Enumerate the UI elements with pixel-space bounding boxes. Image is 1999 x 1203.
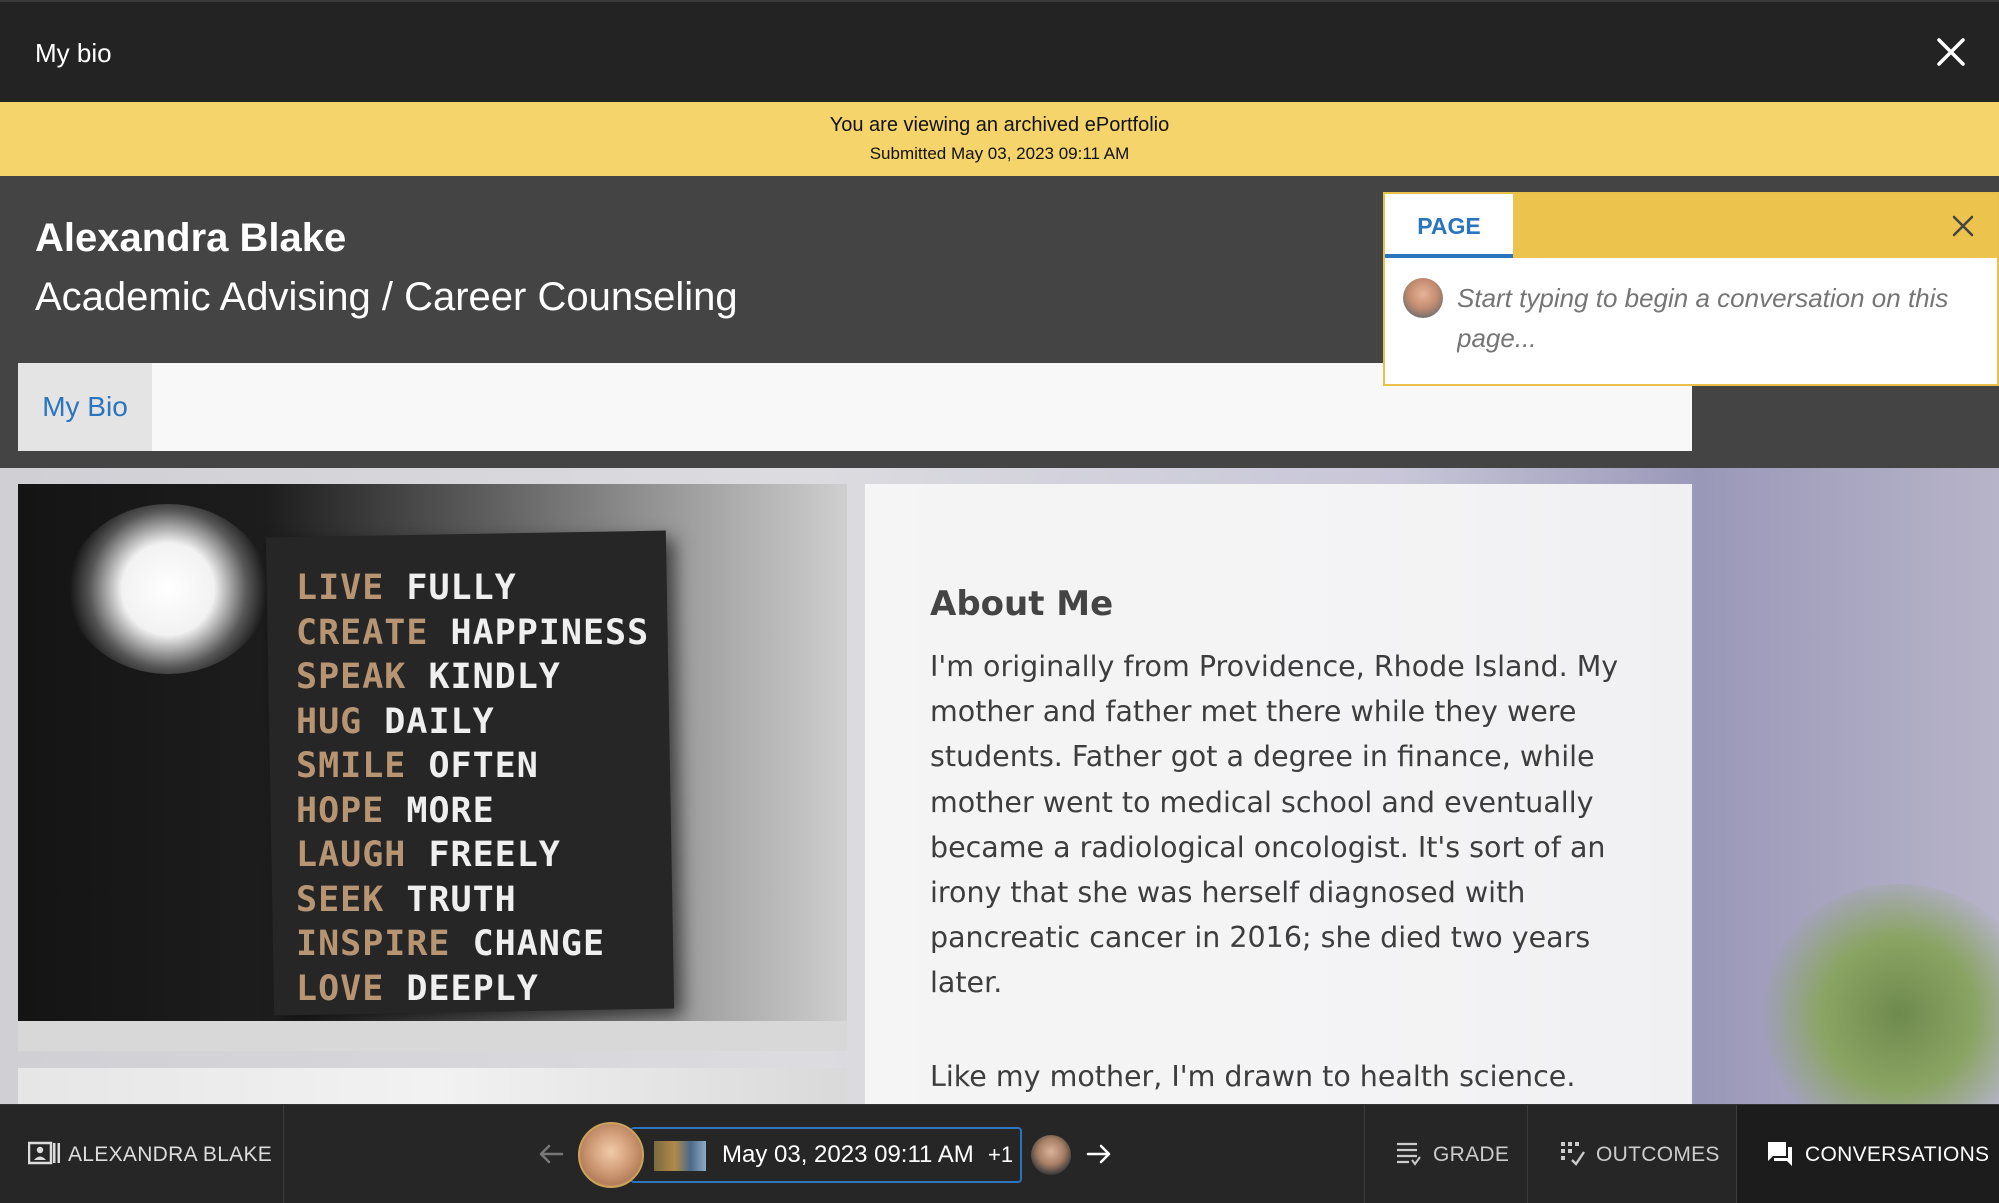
poster-line: HOPE MORE [296,790,495,831]
background-plant [1759,884,1999,1104]
poster-line: SPEAK KINDLY [296,657,561,697]
about-heading: About Me [930,584,1114,624]
page-content: LIVE FULLY CREATE HAPPINESS SPEAK KINDLY… [0,468,1999,1104]
conversation-panel: PAGE [1383,192,1999,386]
arrow-left-icon[interactable] [536,1139,566,1169]
about-paragraph: I'm originally from Providence, Rhode Is… [930,650,1619,1000]
submission-thumbnail [654,1141,706,1171]
outcomes-label: OUTCOMES [1596,1143,1720,1166]
nav-tab-my-bio[interactable]: My Bio [18,363,152,451]
avatar[interactable] [1031,1135,1071,1175]
outcomes-grid-icon [1561,1142,1585,1166]
tab-page[interactable]: PAGE [1385,194,1513,258]
window-title: My bio [35,38,112,68]
conversation-input[interactable] [1457,278,1957,368]
arrow-right-icon[interactable] [1084,1139,1114,1169]
submitted-date: Submitted May 03, 2023 09:11 AM [869,144,1130,163]
submission-selector[interactable]: May 03, 2023 09:11 AM +1 [630,1127,1022,1183]
avatar [1403,278,1443,318]
poster-line: LOVE DEEPLY [296,968,539,1009]
extra-count: +1 [988,1142,1014,1167]
poster-photo: LIVE FULLY CREATE HAPPINESS SPEAK KINDLY… [18,484,847,1051]
shelf [18,1021,847,1051]
poster-line: LAUGH FREELY [296,835,561,875]
id-card-icon [28,1141,60,1165]
conversations-button[interactable]: CONVERSATIONS [1736,1105,1999,1203]
grade-label: GRADE [1433,1143,1510,1166]
outcomes-button[interactable]: OUTCOMES [1527,1105,1736,1203]
about-card: About Me I'm originally from Providence,… [865,484,1692,1104]
poster-line: HUG DAILY [296,701,495,742]
poster-line: SMILE OFTEN [296,746,539,786]
about-paragraph: Like my mother, I'm drawn to health scie… [930,1060,1576,1093]
bottom-toolbar: ALEXANDRA BLAKE May 03, 2023 09:11 AM +1… [0,1104,1999,1203]
owner-button[interactable]: ALEXANDRA BLAKE [0,1105,284,1203]
conversations-label: CONVERSATIONS [1805,1143,1990,1166]
archived-notice: You are viewing an archived ePortfolio [829,114,1170,136]
close-icon[interactable] [1933,34,1969,70]
poster-line: SEEK TRUTH [296,879,517,920]
title-bar: My bio [0,0,1999,102]
grade-list-icon [1397,1142,1421,1166]
owner-name: Alexandra Blake [35,216,347,260]
archived-banner: You are viewing an archived ePortfolio S… [0,102,1999,176]
avatar [578,1122,644,1188]
close-icon[interactable] [1949,212,1977,240]
chat-bubble-icon [1768,1142,1792,1166]
poster-text: LIVE FULLY CREATE HAPPINESS SPEAK KINDLY… [296,566,649,1011]
poster-line: CREATE HAPPINESS [296,612,650,653]
owner-department: Academic Advising / Career Counseling [35,275,738,319]
second-photo [18,1068,847,1104]
poster-line: INSPIRE CHANGE [296,924,606,964]
submission-date: May 03, 2023 09:11 AM [722,1141,974,1168]
owner-label: ALEXANDRA BLAKE [68,1143,273,1166]
grade-button[interactable]: GRADE [1364,1105,1527,1203]
lamp-glow [68,504,268,674]
poster-line: LIVE FULLY [296,568,517,608]
